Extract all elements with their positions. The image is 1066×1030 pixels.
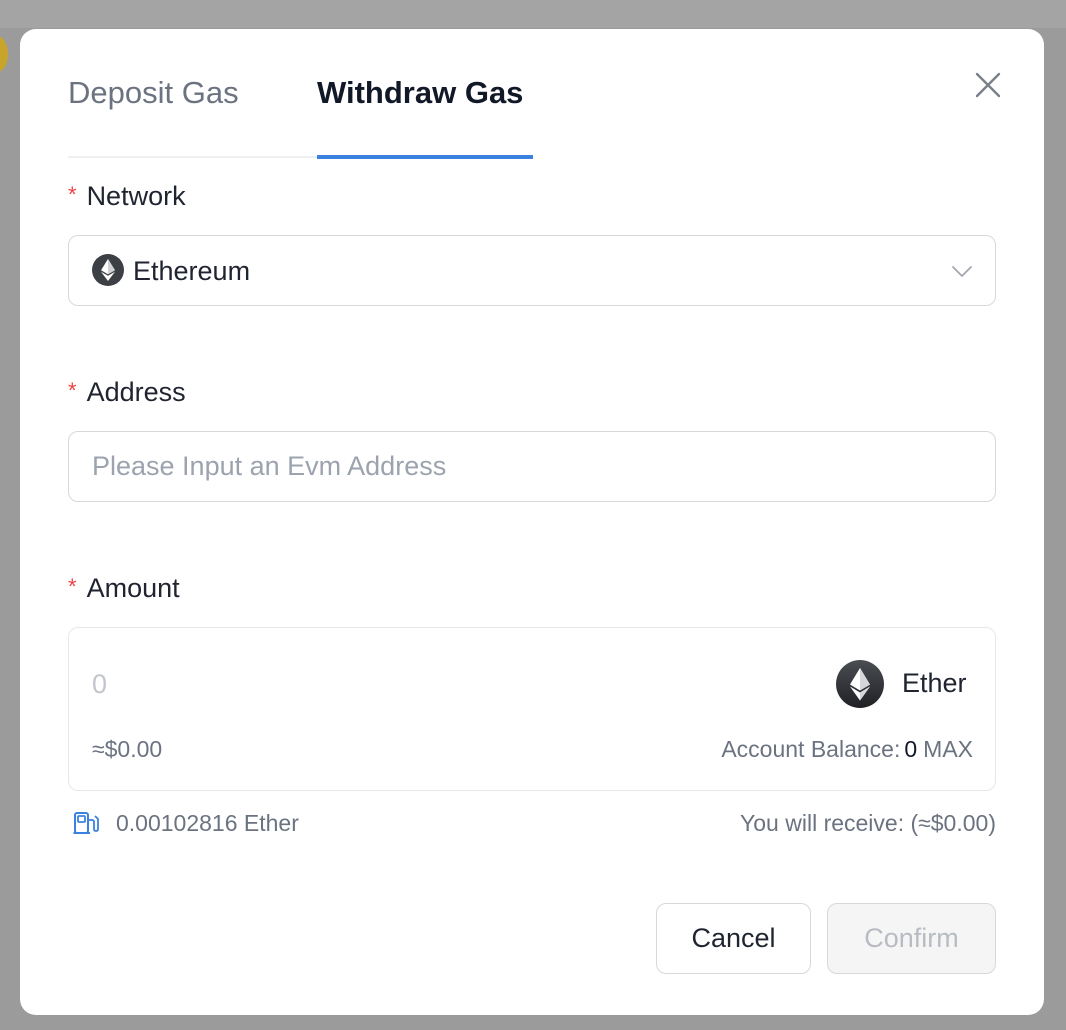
receive-estimate: You will receive: (≈$0.00): [740, 810, 996, 836]
max-button[interactable]: MAX: [923, 736, 973, 762]
network-label: * Network: [68, 181, 186, 212]
address-label: * Address: [68, 377, 186, 408]
network-select[interactable]: Ethereum: [68, 235, 996, 306]
amount-label: * Amount: [68, 573, 180, 604]
gas-fee: 0.00102816 Ether: [116, 810, 299, 836]
amount-field: Ether ≈$0.00 Account Balance:0MAX: [68, 627, 996, 791]
ether-token-icon: [836, 660, 884, 713]
withdraw-gas-dialog: Deposit Gas Withdraw Gas * Network Ethere…: [20, 29, 1044, 1015]
active-tab-indicator: [317, 155, 533, 159]
tab-bar: Deposit Gas Withdraw Gas: [68, 75, 533, 159]
balance-label: Account Balance:: [721, 736, 901, 762]
required-mark: *: [68, 182, 77, 207]
address-input[interactable]: [68, 431, 996, 502]
amount-input[interactable]: [92, 666, 592, 702]
required-mark: *: [68, 574, 77, 599]
cancel-button[interactable]: Cancel: [656, 903, 811, 974]
confirm-button[interactable]: Confirm: [827, 903, 996, 974]
token-name: Ether: [902, 668, 967, 698]
chevron-down-icon: [951, 260, 973, 287]
ethereum-icon: [92, 254, 124, 291]
tab-withdraw-gas[interactable]: Withdraw Gas: [317, 75, 523, 159]
network-label-text: Network: [86, 181, 186, 211]
network-value: Ethereum: [133, 256, 251, 286]
usd-estimate: ≈$0.00: [92, 736, 163, 762]
background-header: [0, 0, 1066, 28]
gas-pump-icon: [72, 809, 100, 842]
required-mark: *: [68, 378, 77, 403]
balance-value: 0: [904, 736, 918, 762]
tab-deposit-gas[interactable]: Deposit Gas: [68, 75, 239, 159]
amount-label-text: Amount: [86, 573, 180, 603]
account-balance: Account Balance: 0 MAX: [721, 736, 973, 763]
close-icon[interactable]: [974, 71, 1002, 99]
address-label-text: Address: [86, 377, 186, 407]
